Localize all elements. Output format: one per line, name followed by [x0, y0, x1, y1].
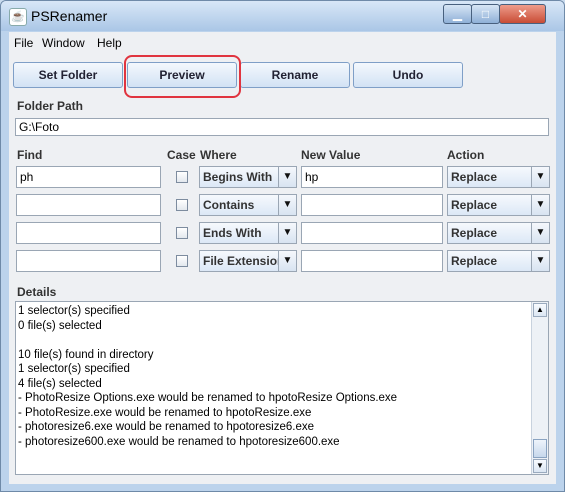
set-folder-button[interactable]: Set Folder — [13, 62, 123, 88]
menu-help[interactable]: Help — [97, 36, 122, 50]
chevron-down-icon[interactable]: ▼ — [278, 167, 296, 187]
where-select-3[interactable]: Ends With ▼ — [199, 222, 297, 244]
where-select-1[interactable]: Begins With ▼ — [199, 166, 297, 188]
where-select-2[interactable]: Contains ▼ — [199, 194, 297, 216]
title-bar: ☕ PSRenamer ▁ □ ✕ — [1, 1, 564, 31]
chevron-down-icon[interactable]: ▼ — [278, 223, 296, 243]
find-header: Find — [17, 148, 43, 162]
new-value-field-1[interactable]: hp — [301, 166, 443, 188]
menu-window[interactable]: Window — [42, 36, 85, 50]
where-header: Where — [200, 148, 237, 162]
action-value-2: Replace — [451, 198, 498, 212]
log-line: - PhotoResize.exe would be renamed to hp… — [18, 406, 312, 419]
preview-highlight — [124, 55, 241, 98]
action-select-3[interactable]: Replace ▼ — [447, 222, 550, 244]
menu-file[interactable]: File — [14, 36, 33, 50]
window-title: PSRenamer — [31, 8, 108, 24]
vertical-scrollbar[interactable]: ▲ ▼ — [531, 302, 548, 474]
scroll-thumb[interactable] — [533, 439, 547, 458]
where-value-2: Contains — [203, 198, 255, 212]
details-text: 1 selector(s) specified 0 file(s) select… — [18, 304, 530, 472]
maximize-button[interactable]: □ — [471, 4, 500, 24]
chevron-down-icon[interactable]: ▼ — [531, 195, 549, 215]
rename-button[interactable]: Rename — [240, 62, 350, 88]
minimize-button[interactable]: ▁ — [443, 4, 472, 24]
find-field-2[interactable] — [16, 194, 161, 216]
chevron-down-icon[interactable]: ▼ — [278, 195, 296, 215]
action-select-2[interactable]: Replace ▼ — [447, 194, 550, 216]
where-value-4: File Extension — [203, 254, 285, 268]
action-select-4[interactable]: Replace ▼ — [447, 250, 550, 272]
new-value-header: New Value — [301, 148, 361, 162]
close-button[interactable]: ✕ — [499, 4, 546, 24]
case-checkbox-4[interactable] — [176, 255, 188, 267]
new-value-field-3[interactable] — [301, 222, 443, 244]
case-header: Case — [167, 148, 196, 162]
folder-path-field[interactable]: G:\Foto — [15, 118, 549, 136]
action-value-1: Replace — [451, 170, 498, 184]
case-checkbox-2[interactable] — [176, 199, 188, 211]
details-log[interactable]: 1 selector(s) specified 0 file(s) select… — [15, 301, 549, 475]
details-label: Details — [17, 285, 57, 299]
log-line: 1 selector(s) specified — [18, 305, 130, 317]
chevron-down-icon[interactable]: ▼ — [531, 223, 549, 243]
java-icon: ☕ — [9, 8, 27, 26]
find-field-4[interactable] — [16, 250, 161, 272]
menu-bar: File Window Help — [9, 32, 556, 54]
log-line: - photoresize6.exe would be renamed to h… — [18, 421, 314, 433]
action-value-4: Replace — [451, 254, 498, 268]
find-field-3[interactable] — [16, 222, 161, 244]
chevron-down-icon[interactable]: ▼ — [531, 251, 549, 271]
scroll-up-icon[interactable]: ▲ — [533, 303, 547, 317]
case-checkbox-3[interactable] — [176, 227, 188, 239]
log-line: 10 file(s) found in directory — [18, 348, 154, 361]
log-line: - PhotoResize Options.exe would be renam… — [18, 392, 398, 404]
undo-button[interactable]: Undo — [353, 62, 463, 88]
case-checkbox-1[interactable] — [176, 171, 188, 183]
log-line: 1 selector(s) specified — [18, 363, 130, 375]
where-value-1: Begins With — [203, 170, 273, 184]
log-line: - photoresize600.exe would be renamed to… — [18, 435, 340, 448]
main-panel: File Window Help Set Folder Preview Rena… — [9, 32, 556, 484]
folder-path-label: Folder Path — [17, 99, 84, 113]
new-value-field-2[interactable] — [301, 194, 443, 216]
scroll-down-icon[interactable]: ▼ — [533, 459, 547, 473]
find-field-1[interactable]: ph — [16, 166, 161, 188]
action-header: Action — [447, 148, 485, 162]
log-line: 4 file(s) selected — [18, 377, 102, 390]
where-value-3: Ends With — [203, 226, 262, 240]
where-select-4[interactable]: File Extension ▼ — [199, 250, 297, 272]
chevron-down-icon[interactable]: ▼ — [278, 251, 296, 271]
new-value-field-4[interactable] — [301, 250, 443, 272]
action-select-1[interactable]: Replace ▼ — [447, 166, 550, 188]
chevron-down-icon[interactable]: ▼ — [531, 167, 549, 187]
app-window: ☕ PSRenamer ▁ □ ✕ File Window Help Set F… — [0, 0, 565, 492]
action-value-3: Replace — [451, 226, 498, 240]
log-line: 0 file(s) selected — [18, 319, 102, 332]
